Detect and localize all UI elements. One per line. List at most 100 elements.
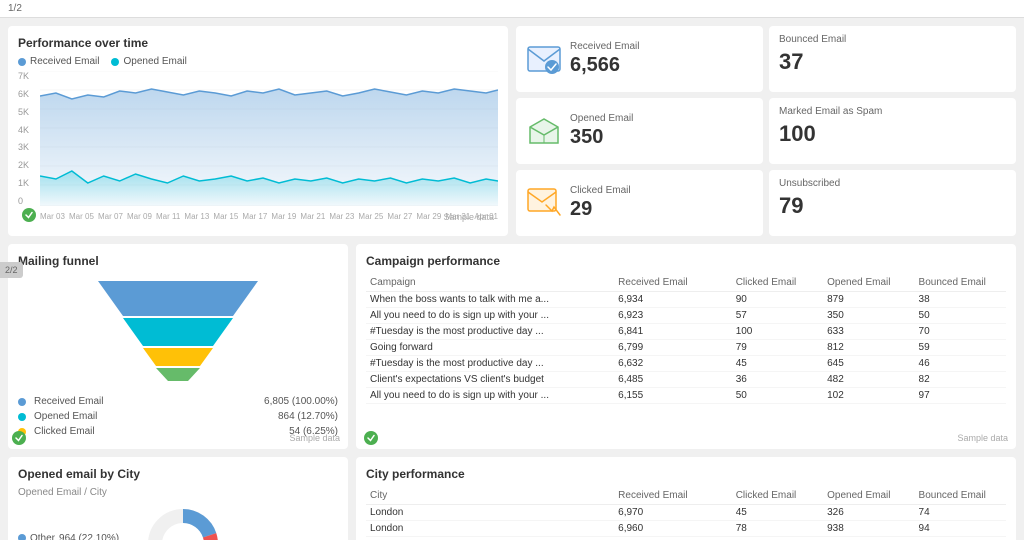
campaign-header-row: Campaign Received Email Clicked Email Op… xyxy=(366,274,1006,292)
stat-clicked-value: 29 xyxy=(570,198,631,221)
th-city-bounced: Bounced Email xyxy=(915,487,1006,505)
city-legend-other: Other 964 (22.10%) xyxy=(18,531,127,540)
table-row: Client's expectations VS client's budget… xyxy=(366,372,1006,388)
campaign-perf-card: Campaign performance Campaign Received E… xyxy=(356,244,1016,449)
table-cell: 6,485 xyxy=(614,372,732,388)
table-cell: 879 xyxy=(823,292,914,308)
table-cell: All you need to do is sign up with your … xyxy=(366,308,614,324)
page-indicator-side: 2/2 xyxy=(0,262,23,278)
chart-action-dot[interactable] xyxy=(22,208,36,222)
opened-city-title: Opened email by City xyxy=(18,467,338,481)
legend-label-opened: Opened Email xyxy=(123,56,186,67)
stat-clicked-email: Clicked Email 29 xyxy=(516,170,763,236)
performance-chart-card: Performance over time Received Email Ope… xyxy=(8,26,508,236)
dashboard-page: 1/2 Performance over time Received Email… xyxy=(0,0,1024,540)
funnel-action-dot[interactable] xyxy=(12,431,26,445)
funnel-label-received: Received Email xyxy=(34,396,103,407)
table-cell: 102 xyxy=(823,388,914,404)
th-opened: Opened Email xyxy=(823,274,914,292)
table-cell: 812 xyxy=(823,340,914,356)
th-bounced: Bounced Email xyxy=(915,274,1006,292)
city-label-other: Other xyxy=(30,533,55,540)
table-row: All you need to do is sign up with your … xyxy=(366,308,1006,324)
chart-sample-label: Sample data xyxy=(443,212,494,222)
top-bar: 1/2 xyxy=(0,0,1024,18)
table-row: All you need to do is sign up with your … xyxy=(366,388,1006,404)
opened-by-city-card: Opened email by City Opened Email / City… xyxy=(8,457,348,540)
table-cell: London xyxy=(366,521,614,537)
legend-dot-opened xyxy=(111,58,119,66)
table-cell: 6,155 xyxy=(614,388,732,404)
legend-opened: Opened Email xyxy=(111,56,186,67)
table-cell: 326 xyxy=(823,505,914,521)
city-header-row: City Received Email Clicked Email Opened… xyxy=(366,487,1006,505)
table-cell: 90 xyxy=(732,292,823,308)
stat-unsub-label: Unsubscribed xyxy=(779,178,1006,189)
funnel-item-opened: Opened Email 864 (12.70%) xyxy=(18,409,338,424)
stat-clicked-label: Clicked Email xyxy=(570,185,631,196)
th-clicked: Clicked Email xyxy=(732,274,823,292)
table-cell: 46 xyxy=(915,356,1006,372)
funnel-value-received: 6,805 (100.00%) xyxy=(264,396,338,407)
stat-opened-text: Opened Email 350 xyxy=(570,113,633,149)
table-cell: 6,799 xyxy=(614,340,732,356)
table-cell: 6,923 xyxy=(614,308,732,324)
table-row: London6,9607893894 xyxy=(366,521,1006,537)
city-donut-chart xyxy=(143,504,223,540)
table-cell: 6,970 xyxy=(614,505,732,521)
stat-received-text: Received Email 6,566 xyxy=(570,41,639,77)
funnel-label-opened: Opened Email xyxy=(34,411,97,422)
table-row: When the boss wants to talk with me a...… xyxy=(366,292,1006,308)
stat-spam-label: Marked Email as Spam xyxy=(779,106,1006,117)
x-labels: Mar 03 Mar 05 Mar 07 Mar 09 Mar 11 Mar 1… xyxy=(40,206,498,226)
table-cell: 36 xyxy=(732,372,823,388)
table-cell: Going forward xyxy=(366,340,614,356)
table-cell: 633 xyxy=(823,324,914,340)
main-content: Performance over time Received Email Ope… xyxy=(0,18,1024,540)
stats-grid: Received Email 6,566 Bounced Email 37 xyxy=(516,26,1016,236)
stat-unsub-value: 79 xyxy=(779,193,1006,219)
table-cell: All you need to do is sign up with your … xyxy=(366,388,614,404)
mailing-funnel-card: Mailing funnel xyxy=(8,244,348,449)
table-cell: 70 xyxy=(915,324,1006,340)
table-cell: 94 xyxy=(915,521,1006,537)
table-cell: 97 xyxy=(915,388,1006,404)
page-indicator-top: 1/2 xyxy=(8,3,22,14)
table-row: London6,9704532674 xyxy=(366,505,1006,521)
table-cell: 45 xyxy=(732,505,823,521)
legend-dot-received xyxy=(18,58,26,66)
table-cell: London xyxy=(366,505,614,521)
campaign-table: Campaign Received Email Clicked Email Op… xyxy=(366,274,1006,404)
table-cell: 938 xyxy=(823,521,914,537)
stat-opened-value: 350 xyxy=(570,126,633,149)
table-cell: 74 xyxy=(915,505,1006,521)
table-cell: 57 xyxy=(732,308,823,324)
opened-city-content: Other 964 (22.10%) Sydney 802 (18.39%) xyxy=(18,504,338,540)
stat-bounced-email: Bounced Email 37 xyxy=(769,26,1016,92)
city-perf-table: City Received Email Clicked Email Opened… xyxy=(366,487,1006,537)
table-row: Going forward6,7997981259 xyxy=(366,340,1006,356)
th-campaign: Campaign xyxy=(366,274,614,292)
table-cell: 645 xyxy=(823,356,914,372)
email-opened-icon xyxy=(526,113,562,149)
row2: Mailing funnel xyxy=(8,244,1016,449)
table-cell: 6,934 xyxy=(614,292,732,308)
table-cell: 50 xyxy=(732,388,823,404)
table-row: #Tuesday is the most productive day ...6… xyxy=(366,324,1006,340)
chart-svg xyxy=(40,71,498,206)
campaign-action-dot[interactable] xyxy=(364,431,378,445)
funnel-value-opened: 864 (12.70%) xyxy=(278,411,338,422)
email-received-icon xyxy=(526,41,562,77)
city-perf-title: City performance xyxy=(366,467,1006,481)
chart-legend: Received Email Opened Email xyxy=(18,56,498,67)
chart-title: Performance over time xyxy=(18,36,498,50)
funnel-visual xyxy=(18,276,338,386)
funnel-title: Mailing funnel xyxy=(18,254,338,268)
table-cell: 82 xyxy=(915,372,1006,388)
stat-spam-value: 100 xyxy=(779,121,1006,147)
legend-received: Received Email xyxy=(18,56,99,67)
table-cell: When the boss wants to talk with me a... xyxy=(366,292,614,308)
table-cell: Client's expectations VS client's budget xyxy=(366,372,614,388)
table-cell: 482 xyxy=(823,372,914,388)
table-cell: 100 xyxy=(732,324,823,340)
